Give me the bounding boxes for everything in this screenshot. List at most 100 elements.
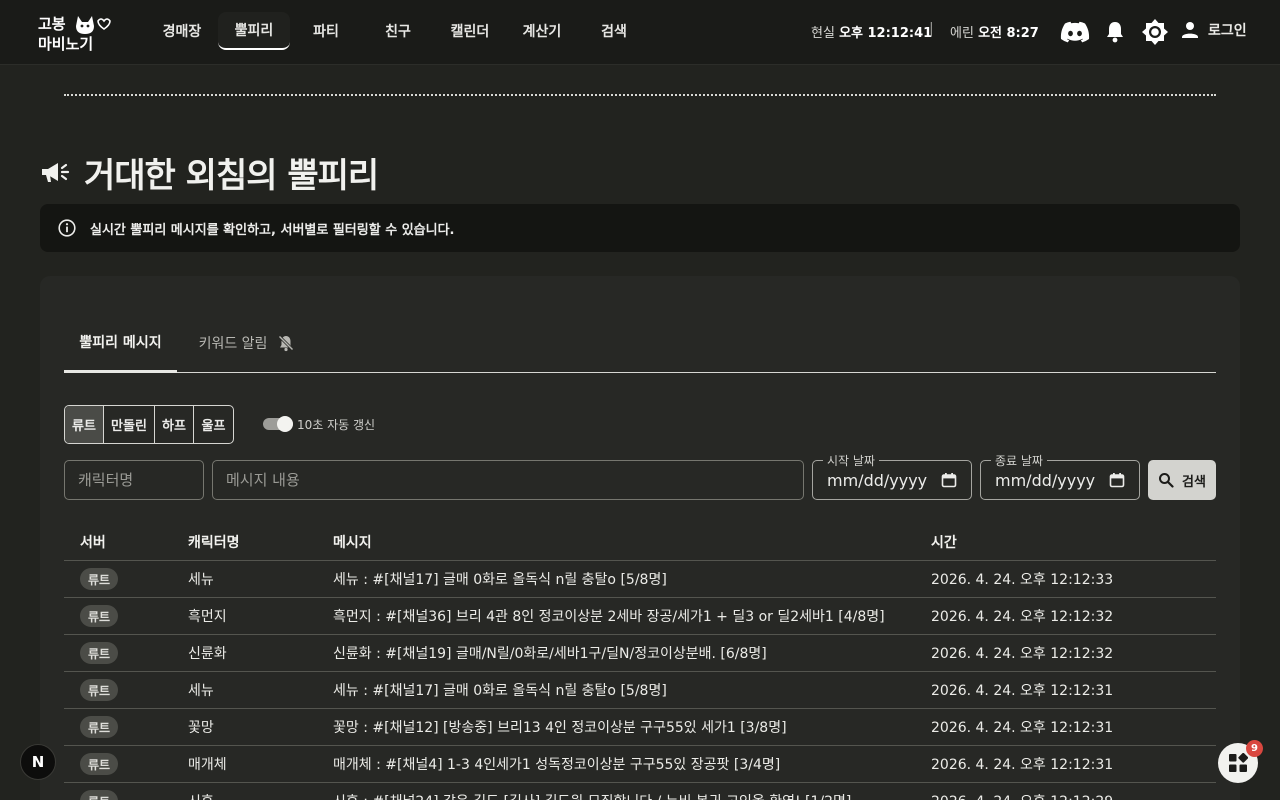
page-title: 거대한 외침의 뿔피리 [84,156,379,196]
nav-horn[interactable]: 뿔피리 [218,12,290,50]
server-chip: 류트 [80,790,119,800]
search-button-label: 검색 [1182,474,1206,490]
end-date-value: mm/dd/yyyy [995,470,1096,490]
login-button[interactable]: 로그인 [1180,20,1247,40]
server-chip: 류트 [80,568,119,590]
server-button-harp[interactable]: 하프 [155,406,194,443]
real-time-label: 현실 [811,26,835,41]
server-chip: 류트 [80,679,119,701]
character-cell: 신륜화 [188,646,227,662]
bell-icon[interactable] [1100,17,1130,47]
tab-horn-messages[interactable]: 뿔피리 메시지 [64,314,177,373]
table-row[interactable]: 류트 흑먼지 흑먼지 : #[채널36] 브리 4관 8인 정코이상분 2세바 … [64,598,1216,635]
column-header-message[interactable]: 메시지 [333,523,372,560]
notice-text: 실시간 뿔피리 메시지를 확인하고, 서버별로 필터링할 수 있습니다. [90,222,455,238]
table-row[interactable]: 류트 매개체 매개체 : #[채널4] 1-3 4인세가1 성독정코이상분 구구… [64,746,1216,783]
table-row[interactable]: 류트 세뉴 세뉴 : #[채널17] 글매 0화로 올독식 n릴 충탈o [5/… [64,672,1216,709]
tab-keyword-alerts-label: 키워드 알림 [198,336,268,352]
character-cell: 꽃망 [188,720,214,736]
character-cell: 세뉴 [188,683,214,699]
character-name-input[interactable] [64,460,204,500]
server-chip: 류트 [80,642,119,664]
nav-calendar[interactable]: 캘린더 [434,12,506,50]
site-logo[interactable]: 고봉 마비노기 [36,12,114,53]
tab-horn-messages-label: 뿔피리 메시지 [79,335,162,351]
erin-time-value: 오전 8:27 [978,26,1039,41]
table-row[interactable]: 류트 꽃망 꽃망 : #[채널12] [방송중] 브리13 4인 정코이상분 구… [64,709,1216,746]
nav-party[interactable]: 파티 [290,12,362,50]
server-cell: 류트 [80,598,119,634]
discord-icon[interactable] [1060,17,1090,47]
message-content-input[interactable] [212,460,804,500]
character-cell: 매개체 [188,757,227,773]
erin-time-label: 에린 [950,26,974,41]
message-cell: 세뉴 : #[채널17] 글매 0화로 올독식 n릴 충탈o [5/8명] [333,683,667,699]
dotted-divider [64,94,1216,96]
toggle-knob [277,416,293,432]
server-button-wolf[interactable]: 울프 [194,406,233,443]
server-cell: 류트 [80,746,119,782]
column-header-server[interactable]: 서버 [80,523,106,560]
info-icon [58,219,76,237]
time-cell: 2026. 4. 24. 오후 12:12:29 [931,783,1113,800]
server-chip: 류트 [80,753,119,775]
message-cell: 매개체 : #[채널4] 1-3 4인세가1 성독정코이상분 구구55있 장공팟… [333,757,781,773]
clock-separator: | [929,21,934,37]
server-chip: 류트 [80,716,119,738]
server-cell: 류트 [80,672,119,708]
server-button-mandolin[interactable]: 만돌린 [104,406,155,443]
character-cell: 흑먼지 [188,609,227,625]
end-date-label: 종료 날짜 [991,452,1047,469]
calendar-icon[interactable] [941,472,957,488]
bell-off-icon [278,335,294,352]
time-cell: 2026. 4. 24. 오후 12:12:31 [931,757,1114,773]
message-cell: 신륜화 : #[채널19] 글매/N릴/0화로/세바1구/딜N/정코이상분배. … [333,646,767,662]
apps-grid-icon [1229,753,1248,772]
nav-calculator[interactable]: 계산기 [506,12,578,50]
floating-n-button[interactable]: N [20,744,56,780]
start-date-field[interactable]: 시작 날짜 mm/dd/yyyy [812,452,972,500]
search-button[interactable]: 검색 [1148,460,1216,500]
megaphone-icon [42,162,70,182]
nav-auction[interactable]: 경매장 [146,12,218,50]
nav-friends[interactable]: 친구 [362,12,434,50]
column-header-time[interactable]: 시간 [931,523,957,560]
auto-refresh-label: 10초 자동 갱신 [297,418,376,432]
auto-refresh-toggle[interactable] [263,415,295,433]
message-cell: 세뉴 : #[채널17] 글매 0화로 올독식 n릴 충탈o [5/8명] [333,572,667,588]
server-cell: 류트 [80,709,119,745]
server-cell: 류트 [80,561,119,597]
notification-count-badge: 9 [1246,740,1263,757]
message-cell: 흑먼지 : #[채널36] 브리 4관 8인 정코이상분 2세바 장공/세가1 … [333,609,885,625]
table-header: 서버 캐릭터명 메시지 시간 [64,523,1216,561]
main-nav: 경매장 뿔피리 파티 친구 캘린더 계산기 검색 [146,12,650,50]
character-cell: 세뉴 [188,572,214,588]
table-row[interactable]: 류트 세뉴 세뉴 : #[채널17] 글매 0화로 올독식 n릴 충탈o [5/… [64,561,1216,598]
user-icon [1182,22,1198,38]
horn-message-table: 서버 캐릭터명 메시지 시간 류트 세뉴 세뉴 : #[채널17] 글매 0화로… [64,523,1216,800]
top-navigation-bar: 고봉 마비노기 경매장 뿔피리 파티 친구 캘린더 계산기 검색 현실 오후 1… [0,0,1280,65]
real-time-clock: 현실 오후 12:12:41 [811,22,932,41]
start-date-value: mm/dd/yyyy [827,470,928,490]
svg-text:고봉: 고봉 [38,15,66,33]
server-cell: 류트 [80,635,119,671]
table-row[interactable]: 류트 신륜화 신륜화 : #[채널19] 글매/N릴/0화로/세바1구/딜N/정… [64,635,1216,672]
logo-mark: 고봉 마비노기 [38,15,111,53]
table-row[interactable]: 류트 시후 시후 : #[채널24] 같은 길드 [길사] 길드원 모집합니다 … [64,783,1216,800]
calendar-icon[interactable] [1109,472,1125,488]
server-button-lute[interactable]: 류트 [65,406,104,443]
time-cell: 2026. 4. 24. 오후 12:12:32 [931,646,1114,662]
floating-n-label: N [31,753,45,771]
login-label: 로그인 [1208,23,1247,39]
nav-search[interactable]: 검색 [578,12,650,50]
info-notice: 실시간 뿔피리 메시지를 확인하고, 서버별로 필터링할 수 있습니다. [40,204,1240,252]
time-cell: 2026. 4. 24. 오후 12:12:31 [931,720,1114,736]
column-header-character[interactable]: 캐릭터명 [188,523,240,560]
svg-text:마비노기: 마비노기 [38,35,93,52]
theme-sun-icon[interactable] [1140,17,1170,47]
time-cell: 2026. 4. 24. 오후 12:12:31 [931,683,1114,699]
server-chip: 류트 [80,605,119,627]
character-cell: 시후 [188,783,214,800]
tab-keyword-alerts[interactable]: 키워드 알림 [192,314,302,372]
end-date-field[interactable]: 종료 날짜 mm/dd/yyyy [980,452,1140,500]
